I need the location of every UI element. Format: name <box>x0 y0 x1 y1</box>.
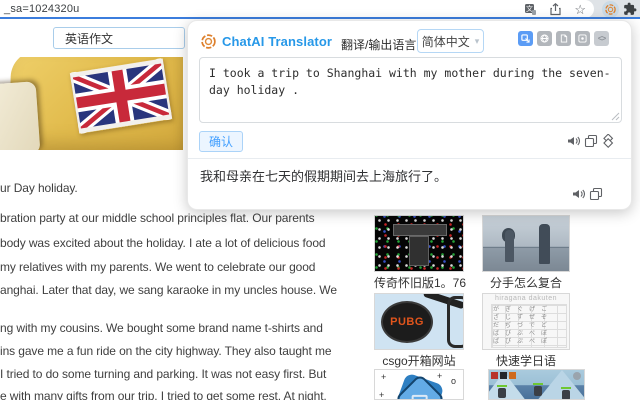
browser-toolbar: _sa=1024320u 文 ☆ <box>0 0 640 18</box>
popup-title: ChatAI Translator <box>222 34 333 49</box>
article-line: I tried to do some turning and parking. … <box>0 367 327 381</box>
mode-buttons: <> <box>518 31 609 46</box>
thumbnail-caption[interactable]: 传奇怀旧版1。76 <box>374 274 466 291</box>
bookmark-star-icon[interactable]: ☆ <box>574 3 586 16</box>
translation-result: 我和母亲在七天的假期期间去上海旅行了。 <box>200 169 448 184</box>
article-line: my relatives with my parents. We went to… <box>0 260 316 274</box>
document-mode-button[interactable] <box>556 31 571 46</box>
hiragana-row: ざじずぜぞ <box>493 315 554 321</box>
game-unit <box>498 388 506 398</box>
article-line: body was excited about the holiday. I at… <box>0 236 326 250</box>
globe-mode-button[interactable] <box>537 31 552 46</box>
thumbnail-caption[interactable]: csgo开箱网站 <box>374 352 464 369</box>
circle-mark: o <box>451 376 457 386</box>
translate-mode-button[interactable] <box>518 31 533 46</box>
omnibox[interactable]: _sa=1024320u 文 ☆ <box>0 0 594 18</box>
gun-doodle <box>412 394 428 399</box>
plus-mark: + <box>381 372 387 382</box>
chatai-translator-popup: ChatAI Translator 翻译/输出语言为: 简体中文 ▾ <> I … <box>187 20 632 210</box>
chatai-extension-icon[interactable] <box>602 1 619 18</box>
copy-icon[interactable] <box>584 134 598 148</box>
svg-text:文: 文 <box>526 4 533 13</box>
language-select-value: 简体中文 <box>421 34 470 49</box>
article-line: ins gave me a fun ride on the city highw… <box>0 344 332 358</box>
translate-page-icon[interactable]: 文 <box>524 3 537 16</box>
dark-hud-icon <box>500 372 507 379</box>
health-bar <box>533 383 543 385</box>
thumbnail-caption[interactable]: 分手怎么复合 <box>482 274 570 291</box>
health-bar <box>497 385 507 387</box>
game-unit <box>562 390 570 399</box>
thumbnail-caption[interactable]: 快速学日语 <box>482 352 570 369</box>
thumbnail-legend-game[interactable] <box>374 215 464 272</box>
game-unit <box>534 386 542 396</box>
chatai-logo-icon <box>201 34 216 49</box>
language-select[interactable]: 简体中文 ▾ <box>417 29 484 53</box>
thumbnail-hiragana-chart[interactable]: hiragana dakuten がぎぐげご ざじずぜぞ だぢづでど ばびぶべぼ… <box>482 293 570 350</box>
health-bar <box>561 387 571 389</box>
frying-pan: PUBG <box>381 301 433 343</box>
plus-mark: + <box>437 371 443 381</box>
source-text-input[interactable]: I took a trip to Shanghai with my mother… <box>199 57 622 123</box>
thumbnail-breakup-art[interactable] <box>482 215 570 272</box>
search-input[interactable] <box>53 27 185 49</box>
article-line: bration party at our middle school princ… <box>0 211 315 225</box>
thumbnail-pubg-pan[interactable]: PUBG <box>374 293 464 350</box>
copy-icon[interactable] <box>589 187 603 201</box>
map-shape <box>393 224 447 236</box>
hiragana-row: ばびぶべぼ <box>493 331 554 337</box>
code-mode-button[interactable]: <> <box>594 31 609 46</box>
game-hud-icons <box>491 372 516 379</box>
thumbnail-game-scene[interactable] <box>488 369 585 400</box>
orange-hud-icon <box>509 372 516 379</box>
screenshot-root: _sa=1024320u 文 ☆ 英语作文 ur Day holiday. br… <box>0 0 640 400</box>
confirm-button[interactable]: 确认 <box>199 131 244 152</box>
image-mode-button[interactable] <box>575 31 590 46</box>
page-top-border <box>0 17 640 19</box>
hiragana-title: hiragana dakuten <box>494 295 558 302</box>
hiragana-row: がぎぐげご <box>493 307 554 313</box>
article-line: e with many gifts from our trip. I tried… <box>0 389 327 400</box>
horizon-line <box>483 247 569 248</box>
plus-mark: + <box>379 390 385 400</box>
url-text: _sa=1024320u <box>4 3 80 15</box>
figure-silhouette <box>505 230 514 262</box>
thumbnail-splash-gun[interactable]: + + o + <box>374 369 464 400</box>
figure-silhouette <box>539 224 550 264</box>
article-line: ng with my cousins. We bought some brand… <box>0 321 323 335</box>
article-line: anghai. Later that day, we sang karaoke … <box>0 283 337 297</box>
chevron-down-icon: ▾ <box>474 35 480 46</box>
popup-divider <box>188 158 631 159</box>
omnibox-icons: 文 ☆ <box>524 0 586 18</box>
map-ring-icon <box>573 372 581 380</box>
phone-outline <box>447 296 463 348</box>
speaker-icon[interactable] <box>571 187 585 201</box>
map-shape <box>409 236 429 266</box>
extensions-puzzle-icon[interactable] <box>623 2 637 16</box>
uk-flag-keyboard-image <box>0 57 183 150</box>
share-icon[interactable] <box>549 2 562 16</box>
hiragana-row: だぢづでど <box>493 323 554 329</box>
compare-diamond-icon[interactable] <box>601 134 615 148</box>
hiragana-row: ぱぴぷぺぽ <box>493 339 554 345</box>
speaker-icon[interactable] <box>566 134 580 148</box>
beige-key-shape <box>0 81 41 150</box>
heart-hud-icon <box>491 372 498 379</box>
pubg-text: PUBG <box>390 316 424 328</box>
